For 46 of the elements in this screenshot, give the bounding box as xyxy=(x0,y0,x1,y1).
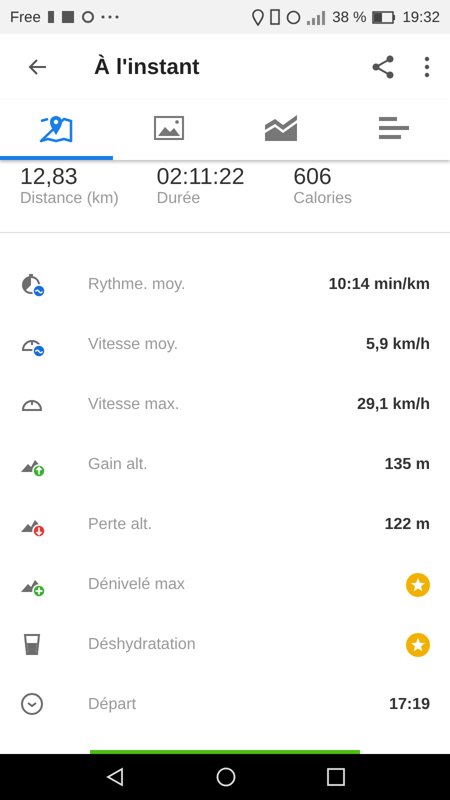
metric-label: Départ xyxy=(88,696,138,714)
metric-label: Dénivelé max xyxy=(88,576,186,594)
carrier-name: Free xyxy=(10,8,41,26)
metric-value: 29,1 km/h xyxy=(357,396,430,414)
stat-label: Calories xyxy=(293,190,354,208)
image-icon xyxy=(154,116,184,140)
battery-icon xyxy=(372,10,396,24)
clock-time: 19:32 xyxy=(402,8,440,26)
notification-icon xyxy=(80,10,95,24)
share-icon xyxy=(370,54,396,80)
metric-label: Déshydratation xyxy=(88,636,197,654)
clock-icon xyxy=(20,692,46,718)
metric-label: Gain alt. xyxy=(88,456,149,474)
alarm-icon xyxy=(286,10,302,24)
stat-value: 02:11:22 xyxy=(156,162,246,190)
home-nav-icon[interactable] xyxy=(216,767,236,787)
notification-icon xyxy=(46,10,55,24)
stat-label: Distance (km) xyxy=(20,190,120,208)
tab[interactable] xyxy=(0,100,112,160)
metric-label: Vitesse max. xyxy=(88,396,180,414)
metric-value: 17:19 xyxy=(389,696,430,714)
location-icon xyxy=(252,8,264,26)
stat-value: 606 xyxy=(293,162,333,190)
metric-label: Perte alt. xyxy=(88,516,154,534)
metric-value: 5,9 km/h xyxy=(366,336,430,354)
more-notifications-icon xyxy=(100,15,119,19)
recents-nav-icon[interactable] xyxy=(326,768,345,786)
map-pin-icon xyxy=(39,113,74,143)
area-chart-icon xyxy=(264,114,298,142)
notification-icon xyxy=(60,10,75,24)
tab[interactable] xyxy=(338,100,450,160)
bars-icon xyxy=(378,116,410,140)
more-icon xyxy=(424,56,430,78)
stat-label: Durée xyxy=(156,190,202,208)
metric-label: Rythme. moy. xyxy=(88,276,186,294)
back-nav-icon[interactable] xyxy=(105,767,126,787)
metric-value: 122 m xyxy=(384,516,430,534)
vibrate-icon xyxy=(270,9,280,25)
metric-value: 135 m xyxy=(384,456,430,474)
signal-icon xyxy=(307,10,326,24)
stopwatch-icon xyxy=(20,272,46,298)
metric-value: 10:14 min/km xyxy=(328,276,430,294)
screen-title: À l'instant xyxy=(94,54,200,80)
stat-value: 12,83 xyxy=(20,162,79,190)
metric-label: Vitesse moy. xyxy=(88,336,180,354)
battery-percent: 38 % xyxy=(332,8,366,26)
